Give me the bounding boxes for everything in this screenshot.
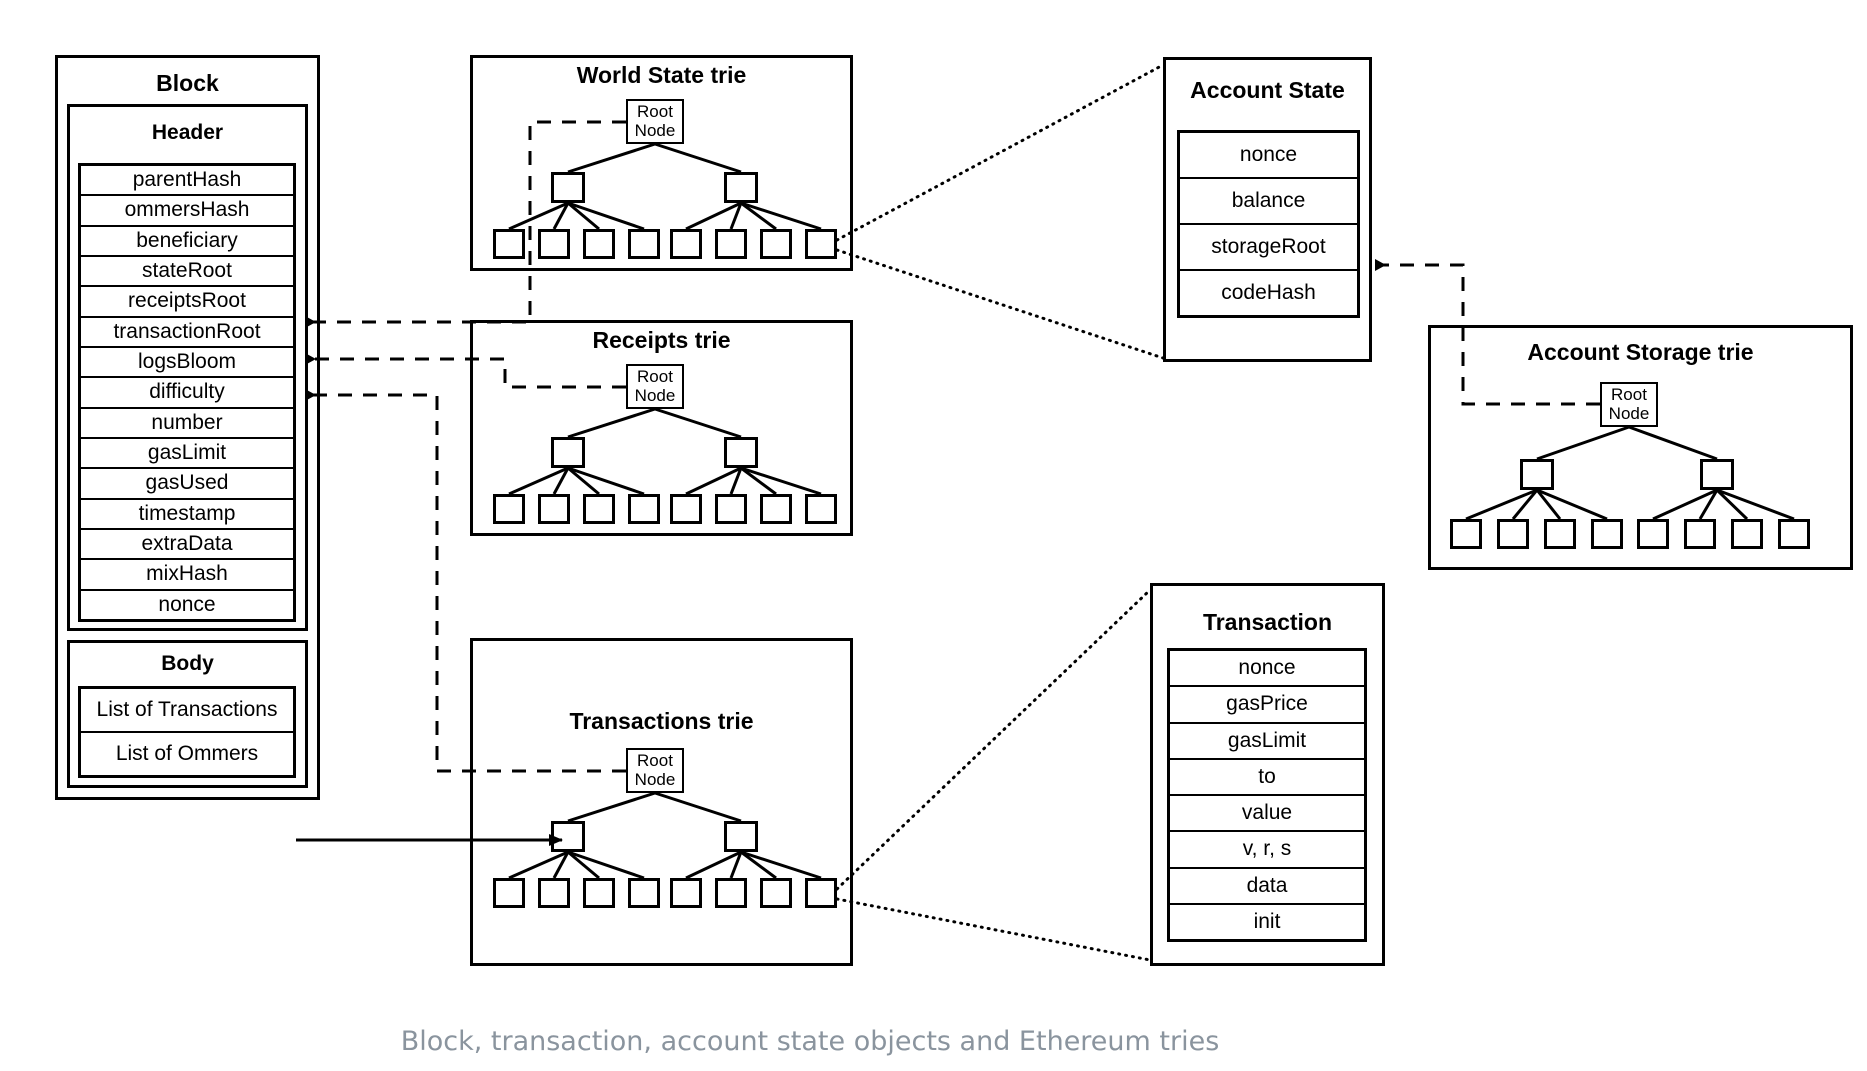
block-header-title: Header xyxy=(151,121,224,144)
root-node-line-2: Node xyxy=(634,769,676,789)
transactions-leaf-node xyxy=(493,878,525,908)
block-header-field-row: number xyxy=(81,408,293,439)
account-storage-branch-node xyxy=(1520,459,1554,490)
world-state-leaf-node xyxy=(670,229,702,259)
transaction-field-row: to xyxy=(1170,759,1364,796)
account-storage-trie-title: Account Storage trie xyxy=(1527,339,1754,365)
transactions-root-node: Root Node xyxy=(626,748,684,793)
transactions-branch-node xyxy=(551,821,585,852)
transaction-title: Transaction xyxy=(1202,609,1333,635)
root-node-line-2: Node xyxy=(1608,403,1650,423)
account-state-field-row: storageRoot xyxy=(1180,225,1357,271)
world-state-root-node: Root Node xyxy=(626,99,684,144)
block-body-field-row: List of Ommers xyxy=(81,733,293,775)
receipts-leaf-node xyxy=(538,494,570,524)
block-header-field-row: beneficiary xyxy=(81,226,293,257)
receipts-trie-title: Receipts trie xyxy=(592,327,731,353)
block-header-field-row: extraData xyxy=(81,529,293,561)
transactions-trie-panel xyxy=(470,638,853,966)
account-state-field-row: balance xyxy=(1180,179,1357,225)
transactions-leaf-node xyxy=(805,878,837,908)
transactions-leaf-node xyxy=(670,878,702,908)
block-header-field-row: stateRoot xyxy=(81,256,293,288)
block-header-field-row: mixHash xyxy=(81,560,293,591)
receipts-leaf-node xyxy=(493,494,525,524)
account-state-title: Account State xyxy=(1190,77,1345,103)
block-header-field-row: parentHash xyxy=(81,166,293,197)
root-node-line-1: Root xyxy=(637,102,673,122)
account-storage-leaf-node xyxy=(1497,519,1529,549)
receipts-leaf-node xyxy=(760,494,792,524)
account-state-fields: nonce balance storageRoot codeHash xyxy=(1177,130,1360,318)
root-node-line-1: Root xyxy=(637,751,673,771)
block-body-title: Body xyxy=(161,652,214,675)
block-header-fields: parentHash ommersHash beneficiary stateRoot… xyxy=(78,163,296,622)
transactions-leaf-node xyxy=(715,878,747,908)
account-storage-leaf-node xyxy=(1778,519,1810,549)
transactions-branch-node xyxy=(724,821,758,852)
world-state-leaf-node xyxy=(760,229,792,259)
transaction-field-row: v, r, s xyxy=(1170,832,1364,869)
account-storage-leaf-node xyxy=(1591,519,1623,549)
world-state-branch-node xyxy=(724,172,758,203)
transaction-field-row: init xyxy=(1170,904,1364,939)
world-state-leaf-node xyxy=(538,229,570,259)
account-storage-branch-node xyxy=(1700,459,1734,490)
world-state-trie-title: World State trie xyxy=(576,62,747,88)
receipts-leaf-node xyxy=(715,494,747,524)
receipts-leaf-node xyxy=(628,494,660,524)
account-storage-leaf-node xyxy=(1450,519,1482,549)
transactions-leaf-node xyxy=(628,878,660,908)
world-state-leaf-node xyxy=(583,229,615,259)
block-header-field-row: gasLimit xyxy=(81,438,293,470)
block-title: Block xyxy=(156,70,219,96)
receipts-branch-node xyxy=(724,437,758,468)
transactions-leaf-node xyxy=(760,878,792,908)
transactions-leaf-node xyxy=(583,878,615,908)
account-state-field-row: codeHash xyxy=(1180,271,1357,315)
transaction-field-row: nonce xyxy=(1170,651,1364,688)
root-node-line-1: Root xyxy=(1611,385,1647,405)
block-header-field-row: receiptsRoot xyxy=(81,287,293,318)
block-body-fields: List of Transactions List of Ommers xyxy=(78,686,296,778)
root-node-line-2: Node xyxy=(634,120,676,140)
account-state-callout xyxy=(835,63,1165,360)
account-state-field-row: nonce xyxy=(1180,133,1357,179)
transaction-fields: nonce gasPrice gasLimit to value v, r, s data i… xyxy=(1167,648,1367,942)
block-header-field-row: gasUsed xyxy=(81,469,293,500)
world-state-leaf-node xyxy=(628,229,660,259)
block-header-field-row: transactionRoot xyxy=(81,317,293,348)
receipts-root-node: Root Node xyxy=(626,364,684,409)
receipts-leaf-node xyxy=(583,494,615,524)
transaction-field-row: data xyxy=(1170,868,1364,905)
block-header-field-row: nonce xyxy=(81,590,293,619)
block-body-field-row: List of Transactions xyxy=(81,689,293,733)
account-storage-leaf-node xyxy=(1544,519,1576,549)
receipts-branch-node xyxy=(551,437,585,468)
world-state-leaf-node xyxy=(715,229,747,259)
block-header-field-row: difficulty xyxy=(81,378,293,409)
world-state-leaf-node xyxy=(493,229,525,259)
block-header-field-row: logsBloom xyxy=(81,347,293,379)
account-storage-leaf-node xyxy=(1731,519,1763,549)
world-state-leaf-node xyxy=(805,229,837,259)
transaction-field-row: gasLimit xyxy=(1170,723,1364,760)
block-header-field-row: timestamp xyxy=(81,499,293,530)
receipts-leaf-node xyxy=(805,494,837,524)
diagram-stage: Block Header parentHash ommersHash benefic… xyxy=(0,0,1867,1071)
block-header-field-row: ommersHash xyxy=(81,196,293,227)
account-storage-root-node: Root Node xyxy=(1600,382,1658,427)
figure-caption: Block, transaction, account state object… xyxy=(400,1026,1220,1057)
root-node-line-1: Root xyxy=(637,367,673,387)
account-storage-leaf-node xyxy=(1637,519,1669,549)
transaction-field-row: value xyxy=(1170,796,1364,833)
transactions-trie-title: Transactions trie xyxy=(569,708,754,734)
transaction-field-row: gasPrice xyxy=(1170,687,1364,724)
transaction-callout xyxy=(835,588,1152,962)
account-storage-leaf-node xyxy=(1684,519,1716,549)
receipts-leaf-node xyxy=(670,494,702,524)
transactions-leaf-node xyxy=(538,878,570,908)
world-state-branch-node xyxy=(551,172,585,203)
root-node-line-2: Node xyxy=(634,385,676,405)
